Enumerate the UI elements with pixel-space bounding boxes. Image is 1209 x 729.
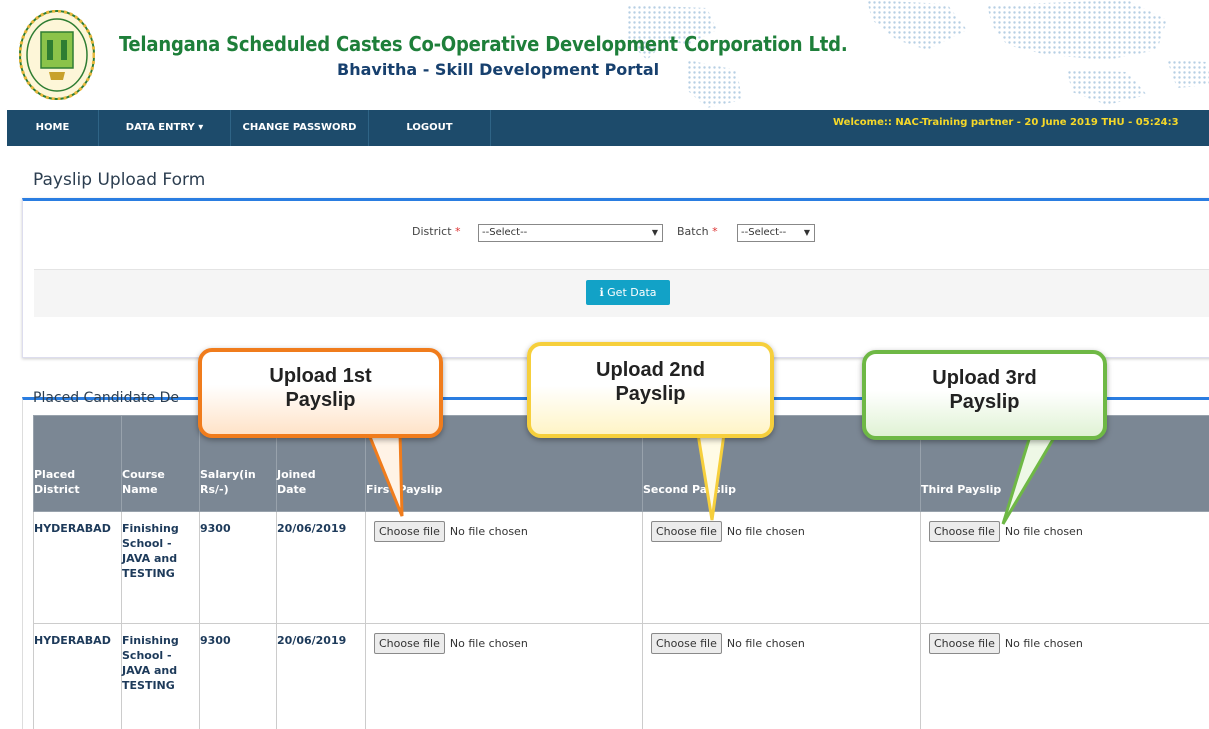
third-payslip-file-input[interactable]: Choose file No file chosen [921,633,1209,654]
batch-required-mark: * [712,225,718,238]
callout-1-pointer [365,430,404,517]
callout-3-pointer [1001,434,1058,525]
col-placed-district: Placed District [33,415,122,512]
no-file-text: No file chosen [449,525,528,538]
choose-file-button[interactable]: Choose file [929,521,1000,542]
callout-3-text: Upload 3rd Payslip [932,367,1037,413]
header-text: Second Payslip [643,483,736,496]
nav-data-entry-dropdown[interactable]: DATA ENTRY ▾ [99,110,231,146]
header-text: Placed District [34,468,80,496]
portal-subtitle: Bhavitha - Skill Development Portal [337,60,660,79]
cell-salary: 9300 [199,623,277,729]
cell-salary: 9300 [199,511,277,624]
cell-second-payslip: Choose file No file chosen [642,511,921,624]
chevron-down-icon: ▼ [803,228,810,237]
choose-file-button[interactable]: Choose file [929,633,1000,654]
cell-first-payslip: Choose file No file chosen [365,623,643,729]
button-row: ℹ Get Data [34,269,1209,317]
first-payslip-file-input[interactable]: Choose file No file chosen [366,521,642,542]
first-payslip-file-input[interactable]: Choose file No file chosen [366,633,642,654]
nav-home[interactable]: HOME [7,110,99,146]
header-text: Course Name [122,468,165,496]
district-select-value: --Select-- [482,227,528,238]
batch-label-text: Batch [677,225,709,238]
district-required-mark: * [455,225,461,238]
callout-2-pointer [696,432,726,521]
callout-1-text: Upload 1st Payslip [269,365,372,411]
cell-third-payslip: Choose file No file chosen [920,623,1209,729]
district-label: District * [412,225,461,238]
cell-district: HYDERABAD [33,623,122,729]
cell-district: HYDERABAD [33,511,122,624]
portal-title: Telangana Scheduled Castes Co-Operative … [119,32,848,56]
no-file-text: No file chosen [449,637,528,650]
callout-2-text: Upload 2nd Payslip [596,359,705,405]
cell-second-payslip: Choose file No file chosen [642,623,921,729]
header-text: Joined Date [277,468,316,496]
second-payslip-file-input[interactable]: Choose file No file chosen [643,521,920,542]
cell-joined-date: 20/06/2019 [276,623,366,729]
cell-course: Finishing School - JAVA and TESTING [121,511,200,624]
second-payslip-file-input[interactable]: Choose file No file chosen [643,633,920,654]
district-label-text: District [412,225,452,238]
third-payslip-file-input[interactable]: Choose file No file chosen [921,521,1209,542]
section-title: Placed Candidate De [33,390,179,406]
chevron-down-icon: ▼ [651,228,658,237]
callout-upload-3rd-payslip: Upload 3rd Payslip [862,350,1107,440]
callout-upload-1st-payslip: Upload 1st Payslip [198,348,443,438]
col-course-name: Course Name [121,415,200,512]
get-data-button[interactable]: ℹ Get Data [586,280,670,305]
info-icon: ℹ [599,286,604,299]
table-row: HYDERABAD Finishing School - JAVA and TE… [33,623,1209,729]
get-data-label: Get Data [607,286,657,299]
no-file-text: No file chosen [1004,637,1083,650]
district-select[interactable]: --Select-- ▼ [478,224,663,242]
telangana-emblem-logo [19,10,95,100]
filter-card: District * --Select-- ▼ Batch * --Select… [22,198,1209,358]
choose-file-button[interactable]: Choose file [651,633,722,654]
header-text: Third Payslip [921,483,1002,496]
header-text: Salary(in Rs/-) [200,468,256,496]
no-file-text: No file chosen [726,637,805,650]
nav-change-password[interactable]: CHANGE PASSWORD [231,110,369,146]
batch-select-value: --Select-- [741,227,787,238]
cell-course: Finishing School - JAVA and TESTING [121,623,200,729]
welcome-banner: Welcome:: NAC-Training partner - 20 June… [833,117,1179,128]
callout-upload-2nd-payslip: Upload 2nd Payslip [527,342,774,438]
main-nav: HOME DATA ENTRY ▾ CHANGE PASSWORD LOGOUT… [7,110,1209,146]
no-file-text: No file chosen [726,525,805,538]
batch-select[interactable]: --Select-- ▼ [737,224,815,242]
cell-joined-date: 20/06/2019 [276,511,366,624]
site-header: Telangana Scheduled Castes Co-Operative … [7,0,1209,110]
nav-logout[interactable]: LOGOUT [369,110,491,146]
batch-label: Batch * [677,225,718,238]
choose-file-button[interactable]: Choose file [374,521,445,542]
cell-first-payslip: Choose file No file chosen [365,511,643,624]
page-title: Payslip Upload Form [33,170,206,190]
choose-file-button[interactable]: Choose file [374,633,445,654]
choose-file-button[interactable]: Choose file [651,521,722,542]
